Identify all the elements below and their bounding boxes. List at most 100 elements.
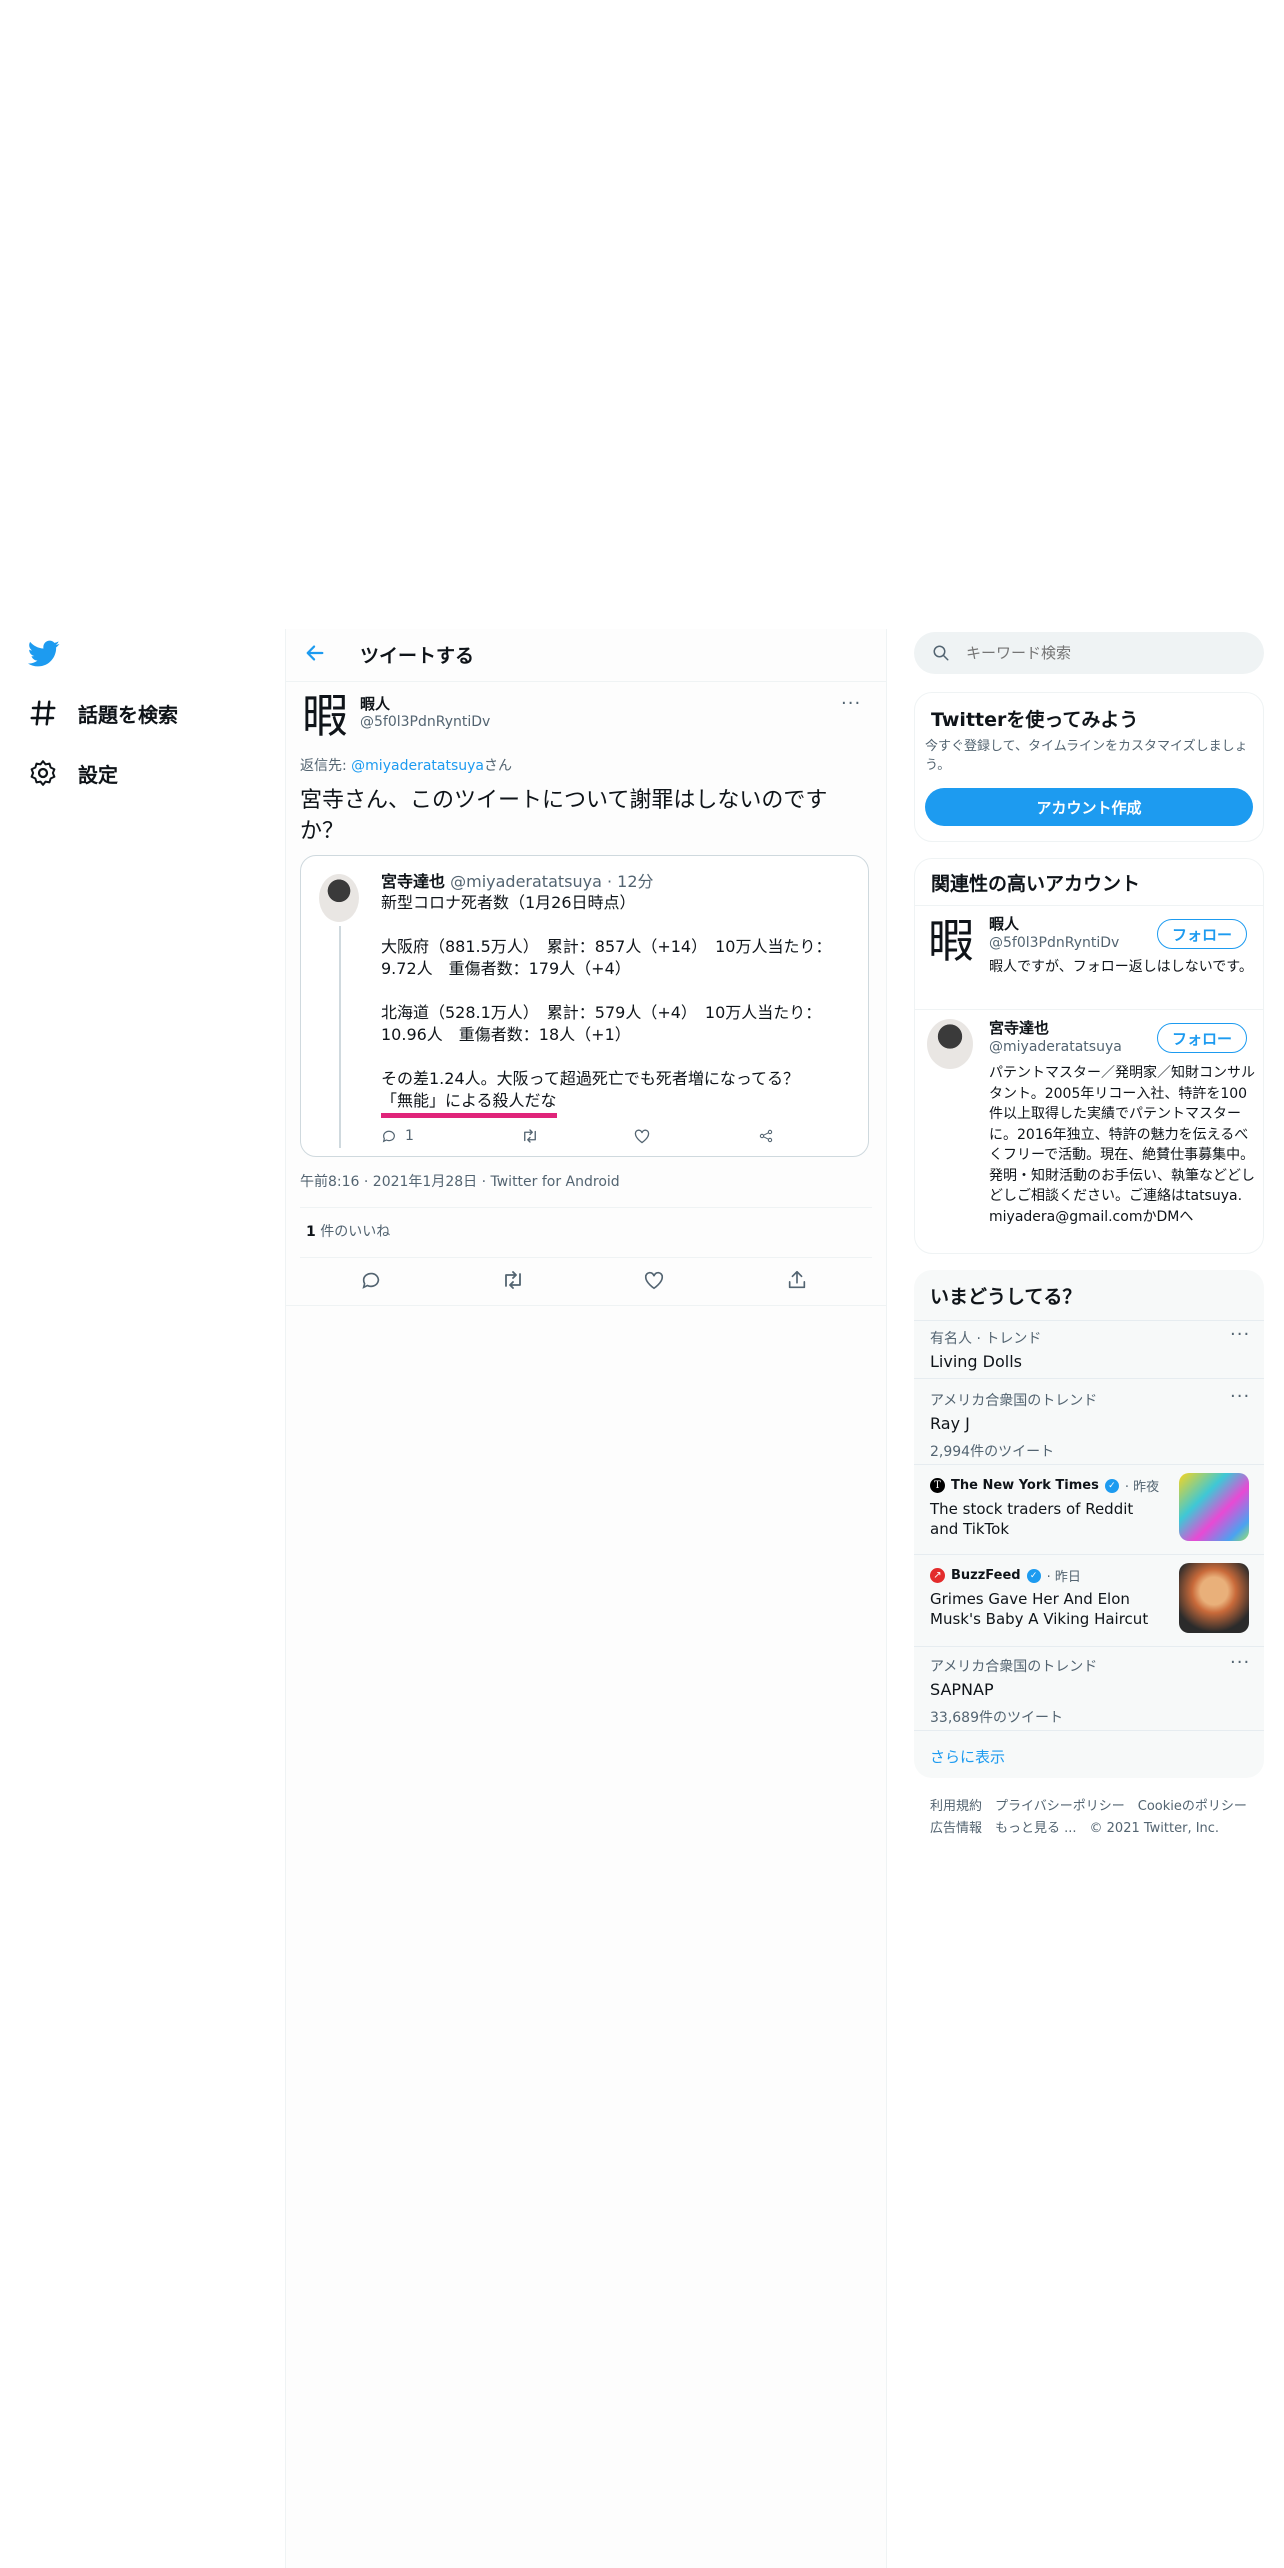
- account-handle[interactable]: @miyaderatatsuya: [989, 1039, 1122, 1055]
- author-handle[interactable]: @5f0l3PdnRyntiDv: [360, 714, 490, 730]
- reply-to-line: 返信先: @miyaderatatsuyaさん: [300, 755, 512, 775]
- search-box[interactable]: [914, 632, 1264, 674]
- likes-summary[interactable]: 1 件のいいね: [306, 1221, 390, 1241]
- news-source-row: ↗ BuzzFeed ✓ · 昨日: [930, 1566, 1170, 1585]
- follow-button[interactable]: フォロー: [1157, 919, 1247, 949]
- page-title: ツイートする: [360, 645, 475, 667]
- nyt-logo-icon: T: [930, 1478, 945, 1493]
- quote-author-handle[interactable]: @miyaderatatsuya: [450, 872, 602, 891]
- account-avatar[interactable]: [927, 1019, 973, 1069]
- news-thumbnail[interactable]: [1179, 1473, 1249, 1541]
- divider: [286, 1305, 886, 1306]
- quote-line: その差1.24人。大阪って超過死亡でも死者増になってる？: [381, 1069, 800, 1088]
- quote-avatar[interactable]: [319, 874, 359, 922]
- footer-line[interactable]: 利用規約 プライバシーポリシー Cookieのポリシー: [930, 1796, 1247, 1818]
- like-icon[interactable]: [643, 1269, 665, 1291]
- news-source: BuzzFeed: [951, 1568, 1021, 1583]
- quote-line: 大阪府（881.5万人） 累計：857人（+14） 10万人当たり：9.72人 …: [381, 937, 832, 978]
- tweet-timestamp[interactable]: 午前8:16 · 2021年1月28日 · Twitter for Androi…: [300, 1171, 620, 1191]
- twitter-logo-icon[interactable]: [28, 640, 60, 668]
- account-avatar[interactable]: 暇: [927, 915, 975, 967]
- footer-line[interactable]: 広告情報 もっと見る ... © 2021 Twitter, Inc.: [930, 1818, 1247, 1840]
- trend-count: 2,994件のツイート: [930, 1444, 1055, 1460]
- trend-more-icon[interactable]: ···: [1230, 1386, 1250, 1407]
- quote-blank-line: [381, 914, 861, 936]
- divider: [300, 1257, 872, 1258]
- search-input[interactable]: [964, 643, 1248, 663]
- trend-more-icon[interactable]: ···: [1230, 1324, 1250, 1345]
- quote-author-name[interactable]: 宮寺達也: [381, 872, 445, 891]
- hashtag-icon: [30, 700, 56, 726]
- account-bio: パテントマスター／発明家／知財コンサルタント。2005年リコー入社、特許を100…: [989, 1065, 1255, 1225]
- divider: [915, 905, 1263, 906]
- trend-context: アメリカ合衆国のトレンド: [930, 1393, 1098, 1409]
- show-more-link[interactable]: さらに表示: [930, 1746, 1005, 1767]
- create-account-button[interactable]: アカウント作成: [925, 788, 1253, 826]
- quote-time[interactable]: · 12分: [602, 872, 654, 891]
- nav-settings-label: 設定: [78, 762, 118, 787]
- news-item[interactable]: ↗ BuzzFeed ✓ · 昨日 Grimes Gave Her And El…: [930, 1566, 1170, 1629]
- quote-reply-action[interactable]: 1: [381, 1128, 414, 1144]
- account-handle[interactable]: @5f0l3PdnRyntiDv: [989, 935, 1119, 951]
- quoted-tweet-card[interactable]: 宮寺達也 @miyaderatatsuya · 12分 新型コロナ死者数（1月2…: [300, 855, 869, 1157]
- nav-settings[interactable]: 設定: [28, 758, 118, 788]
- divider: [914, 1730, 1264, 1731]
- trend-count: 33,689件のツイート: [930, 1710, 1063, 1726]
- share-icon[interactable]: [757, 1128, 775, 1144]
- share-icon[interactable]: [786, 1269, 808, 1291]
- account-name[interactable]: 暇人: [989, 913, 1019, 934]
- news-item[interactable]: T The New York Times ✓ · 昨夜 The stock tr…: [930, 1476, 1160, 1539]
- nav-explore[interactable]: 話題を検索: [28, 698, 178, 728]
- trends-panel: いまどうしてる？ 有名人 · トレンド Living Dolls ··· アメリ…: [914, 1270, 1264, 1778]
- quote-header: 宮寺達也 @miyaderatatsuya · 12分: [381, 868, 654, 892]
- retweet-icon[interactable]: [521, 1128, 539, 1144]
- trend-item[interactable]: 有名人 · トレンド Living Dolls: [930, 1328, 1041, 1371]
- reply-prefix: 返信先:: [300, 758, 352, 774]
- trend-more-icon[interactable]: ···: [1230, 1652, 1250, 1673]
- divider: [914, 1378, 1264, 1379]
- retweet-icon[interactable]: [501, 1269, 525, 1291]
- thread-line: [339, 926, 341, 1148]
- account-name[interactable]: 宮寺達也: [989, 1017, 1049, 1038]
- likes-label: 件のいいね: [315, 1224, 391, 1240]
- follow-button[interactable]: フォロー: [1157, 1023, 1247, 1053]
- news-time: · 昨日: [1046, 1570, 1081, 1585]
- signup-panel: Twitterを使ってみよう 今すぐ登録して、タイムラインをカスタマイズしましょ…: [914, 692, 1264, 842]
- tweet-text: 宮寺さん、このツイートについて謝罪はしないのですか？: [300, 788, 828, 844]
- author-avatar[interactable]: 暇: [300, 691, 350, 741]
- news-time: · 昨夜: [1124, 1480, 1160, 1495]
- trends-title: いまどうしてる？: [930, 1286, 1082, 1308]
- divider: [300, 1207, 872, 1208]
- trend-context: 有名人 · トレンド: [930, 1331, 1042, 1347]
- author-name[interactable]: 暇人: [360, 693, 390, 714]
- quote-line: 新型コロナ死者数（1月26日時点）: [381, 893, 636, 912]
- related-accounts-panel: 関連性の高いアカウント 暇 暇人 @5f0l3PdnRyntiDv フォロー 暇…: [914, 858, 1264, 1254]
- back-arrow-icon[interactable]: [304, 642, 326, 664]
- header-divider: [286, 681, 886, 682]
- news-headline: Grimes Gave Her And Elon Musk's Baby A V…: [930, 1590, 1149, 1628]
- news-headline: The stock traders of Reddit and TikTok: [930, 1500, 1134, 1538]
- likes-count: 1: [306, 1224, 316, 1240]
- reply-icon[interactable]: [360, 1269, 382, 1291]
- trend-name: Ray J: [930, 1414, 970, 1433]
- reply-to-link[interactable]: @miyaderatatsuya: [351, 758, 484, 774]
- divider: [914, 1464, 1264, 1465]
- footer-links: 利用規約 プライバシーポリシー Cookieのポリシー 広告情報 もっと見る .…: [930, 1796, 1247, 1840]
- tweet-more-icon[interactable]: ···: [841, 693, 861, 714]
- signup-title: Twitterを使ってみよう: [931, 709, 1139, 731]
- buzzfeed-logo-icon: ↗: [930, 1568, 945, 1583]
- reply-suffix: さん: [484, 758, 512, 774]
- signup-desc: 今すぐ登録して、タイムラインをカスタマイズしましょう。: [925, 739, 1248, 773]
- main-column: ツイートする 暇 暇人 @5f0l3PdnRyntiDv ··· 返信先: @m…: [285, 629, 887, 2568]
- divider: [914, 1554, 1264, 1555]
- divider: [914, 1320, 1264, 1321]
- news-thumbnail[interactable]: [1179, 1563, 1249, 1633]
- trend-item[interactable]: アメリカ合衆国のトレンド Ray J 2,994件のツイート: [930, 1390, 1097, 1461]
- search-icon: [933, 645, 949, 661]
- news-source: The New York Times: [951, 1478, 1099, 1493]
- news-source-row: T The New York Times ✓ · 昨夜: [930, 1476, 1160, 1495]
- divider: [915, 1009, 1263, 1010]
- like-icon[interactable]: [633, 1128, 651, 1144]
- trend-item[interactable]: アメリカ合衆国のトレンド SAPNAP 33,689件のツイート: [930, 1656, 1097, 1727]
- quote-blank-line: [381, 980, 861, 1002]
